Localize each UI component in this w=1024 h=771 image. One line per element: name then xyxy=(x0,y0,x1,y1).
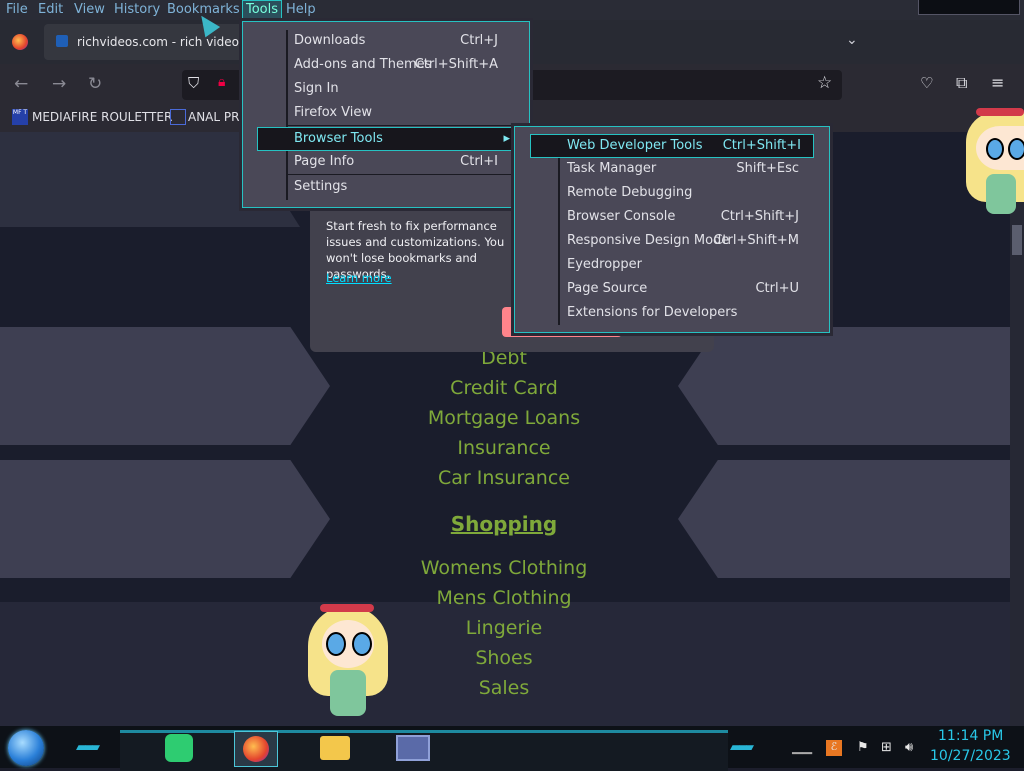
menu-item-eyedropper[interactable]: Eyedropper xyxy=(567,254,799,276)
menu-item-task-manager[interactable]: Task Manager Shift+Esc xyxy=(567,158,799,180)
lock-icon[interactable]: 🔒︎ xyxy=(218,74,225,90)
shield-icon[interactable]: ⛉ xyxy=(188,74,199,92)
menu-view[interactable]: View xyxy=(71,1,108,19)
shopping-heading[interactable]: Shopping xyxy=(404,512,604,536)
menu-file[interactable]: File xyxy=(3,1,31,19)
link-credit-card[interactable]: Credit Card xyxy=(404,377,604,399)
pocket-icon[interactable]: ♡ xyxy=(920,74,933,92)
bookmark-star-icon[interactable]: ☆ xyxy=(817,73,832,93)
file-explorer-icon[interactable] xyxy=(314,731,356,765)
bookmark-mediafire[interactable]: MEDIAFIRE ROULETTER xyxy=(32,110,172,124)
flag-icon[interactable]: ⚑ xyxy=(857,740,869,755)
menu-history[interactable]: History xyxy=(111,1,163,19)
menu-item-page-info[interactable]: Page Info Ctrl+I xyxy=(294,151,498,173)
window-app-icon[interactable] xyxy=(392,731,434,765)
firefox-view-icon[interactable] xyxy=(12,34,28,50)
menu-edit[interactable]: Edit xyxy=(35,1,66,19)
tab-title: richvideos.com - rich videos Re xyxy=(77,35,265,49)
background-shape xyxy=(0,327,330,445)
menu-item-settings[interactable]: Settings xyxy=(294,176,498,198)
menu-item-remote-debugging[interactable]: Remote Debugging xyxy=(567,182,799,204)
taskbar-decoration: ▰▰▰ xyxy=(76,740,100,755)
link-lingerie[interactable]: Lingerie xyxy=(404,617,604,639)
mascot-character xyxy=(962,106,1024,226)
menu-separator xyxy=(288,174,514,175)
tray-app-icon[interactable]: ℰ xyxy=(826,740,842,756)
menu-item-addons[interactable]: Add-ons and Themes Ctrl+Shift+A xyxy=(294,54,498,76)
notes-app-icon[interactable] xyxy=(158,731,200,765)
menu-item-responsive-design[interactable]: Responsive Design Mode Ctrl+Shift+M xyxy=(567,230,799,252)
menu-item-browser-console[interactable]: Browser Console Ctrl+Shift+J xyxy=(567,206,799,228)
mascot-character xyxy=(300,600,395,726)
window-decoration xyxy=(918,0,1020,15)
link-mortgage-loans[interactable]: Mortgage Loans xyxy=(404,407,604,429)
bookmark-icon xyxy=(170,109,186,125)
menu-item-web-developer-tools[interactable]: Web Developer Tools Ctrl+Shift+I xyxy=(530,134,814,158)
menu-item-page-source[interactable]: Page Source Ctrl+U xyxy=(567,278,799,300)
link-car-insurance[interactable]: Car Insurance xyxy=(404,467,604,489)
clock-time[interactable]: 11:14 PM xyxy=(938,728,1003,744)
menu-help[interactable]: Help xyxy=(283,1,319,19)
start-button[interactable] xyxy=(8,730,44,766)
link-mens-clothing[interactable]: Mens Clothing xyxy=(404,587,604,609)
tray-overflow-icon[interactable]: ▁▁ xyxy=(792,740,812,755)
reload-icon[interactable]: ↻ xyxy=(88,74,102,94)
bookmark-second[interactable]: ANAL PRO xyxy=(188,110,249,124)
background-shape xyxy=(678,460,1010,578)
clock-date[interactable]: 10/27/2023 xyxy=(930,748,1011,764)
app-menu-icon[interactable]: ≡ xyxy=(991,73,1004,92)
link-womens-clothing[interactable]: Womens Clothing xyxy=(404,557,604,579)
menu-separator xyxy=(288,125,514,126)
menu-item-firefox-view[interactable]: Firefox View xyxy=(294,102,498,124)
menu-item-extensions-devs[interactable]: Extensions for Developers xyxy=(567,302,799,324)
menu-tools[interactable]: Tools xyxy=(242,0,283,20)
link-sales[interactable]: Sales xyxy=(404,677,604,699)
learn-more-link[interactable]: Learn more xyxy=(326,271,392,285)
back-icon[interactable]: ← xyxy=(14,74,28,94)
network-icon[interactable]: ⊞ xyxy=(881,740,892,755)
link-insurance[interactable]: Insurance xyxy=(404,437,604,459)
taskbar-decoration: ▰▰▰ xyxy=(730,740,754,755)
mediafire-icon: MF T xyxy=(12,109,28,125)
menu-gutter xyxy=(558,135,560,325)
site-favicon-icon xyxy=(56,35,68,47)
scrollbar-thumb[interactable] xyxy=(1012,225,1022,255)
menu-item-browser-tools[interactable]: Browser Tools ▸ xyxy=(257,127,515,151)
background-shape xyxy=(678,327,1010,445)
background-shape xyxy=(0,460,330,578)
extensions-icon[interactable]: ⧉ xyxy=(956,73,967,93)
menu-item-downloads[interactable]: Downloads Ctrl+J xyxy=(294,30,498,52)
forward-icon[interactable]: → xyxy=(52,74,66,94)
firefox-icon[interactable] xyxy=(234,731,278,767)
submenu-arrow-icon: ▸ xyxy=(503,131,510,146)
volume-icon[interactable]: 🔊︎ xyxy=(905,740,913,755)
menu-item-sign-in[interactable]: Sign In xyxy=(294,78,498,100)
link-shoes[interactable]: Shoes xyxy=(404,647,604,669)
list-all-tabs-icon[interactable]: ⌄ xyxy=(846,32,858,48)
